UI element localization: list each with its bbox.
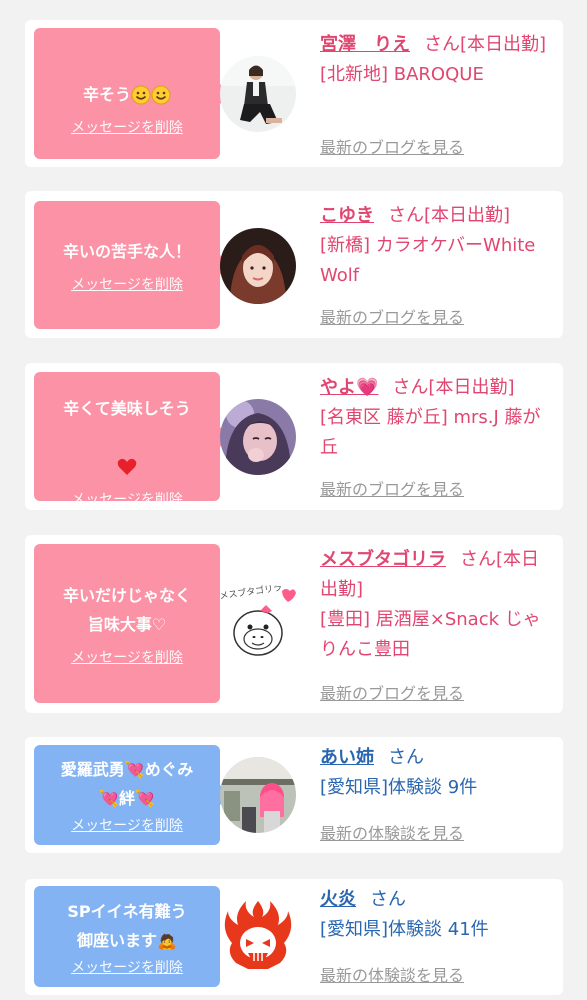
delete-message-link[interactable]: メッセージを削除 — [71, 117, 183, 137]
latest-review-link[interactable]: 最新の体験談を見る — [320, 962, 464, 986]
user-name-link[interactable]: やよ💗 — [320, 377, 378, 398]
message-list: 辛そう メッセージを削除 宮澤 りえ さん[本日出勤] [北新地] BAROQUE… — [0, 0, 587, 1000]
avatar[interactable] — [220, 228, 296, 304]
message-bubble: 辛いだけじゃなく 旨味大事♡ メッセージを削除 — [34, 544, 230, 703]
review-count: [愛知県]体験談 9件 — [320, 777, 478, 798]
shop-info: [豊田] 居酒屋×Snack じゃりんこ豊田 — [320, 609, 541, 660]
latest-blog-link[interactable]: 最新のブログを見る — [320, 680, 464, 704]
message-text: 辛くて美味しそう — [63, 398, 191, 418]
shop-info: [北新地] BAROQUE — [320, 64, 484, 85]
user-status: さん — [388, 747, 424, 768]
review-count: [愛知県]体験談 41件 — [320, 919, 489, 940]
message-text: SPイイネ有難う 御座います🙇 — [67, 901, 187, 950]
message-text: 辛いの苦手な人！ — [62, 241, 191, 261]
avatar[interactable] — [220, 757, 296, 833]
avatar[interactable]: メスブタゴリラ — [220, 585, 296, 661]
shop-info: [新橋] カラオケバーWhite Wolf — [320, 235, 536, 286]
message-text: 辛そう — [82, 84, 131, 104]
smile-emoji-icon — [131, 85, 151, 105]
message-bubble: 辛くて美味しそう メッセージを削除 — [34, 372, 230, 508]
user-name-link[interactable]: あい姉 — [320, 747, 374, 768]
heart-emoji-icon — [117, 458, 137, 475]
list-item: 辛いだけじゃなく 旨味大事♡ メッセージを削除 メスブタゴリラ メスブタゴリラさ… — [25, 535, 563, 713]
user-name-link[interactable]: メスブタゴリラ — [320, 549, 446, 570]
delete-message-link[interactable]: メッセージを削除 — [71, 489, 183, 509]
message-bubble: 辛そう メッセージを削除 — [34, 28, 230, 159]
avatar[interactable] — [220, 399, 296, 475]
woman-selfie-photo — [220, 399, 296, 475]
message-bubble: 辛いの苦手な人！ メッセージを削除 — [34, 201, 230, 329]
user-status: さん[本日出勤] — [392, 377, 515, 398]
user-name-link[interactable]: 宮澤 りえ — [320, 34, 410, 55]
list-item: 辛そう メッセージを削除 宮澤 りえ さん[本日出勤] [北新地] BAROQUE… — [25, 20, 563, 167]
pink-hair-photo — [220, 757, 296, 833]
latest-blog-link[interactable]: 最新のブログを見る — [320, 304, 464, 328]
delete-message-link[interactable]: メッセージを削除 — [71, 815, 183, 835]
avatar[interactable] — [220, 897, 296, 973]
user-status: さん — [370, 889, 406, 910]
woman-sitting-photo — [220, 56, 296, 132]
list-item: SPイイネ有難う 御座います🙇 メッセージを削除 火炎 さん [愛知県]体験談 4… — [25, 879, 563, 995]
latest-blog-link[interactable]: 最新のブログを見る — [320, 134, 464, 158]
woman-portrait-photo — [220, 228, 296, 304]
message-bubble: SPイイネ有難う 御座います🙇 メッセージを削除 — [34, 886, 230, 987]
gorilla-drawing: メスブタゴリラ — [220, 585, 296, 661]
avatar[interactable] — [220, 56, 296, 132]
latest-blog-link[interactable]: 最新のブログを見る — [320, 476, 464, 500]
list-item: 愛羅武勇💘めぐみ 💘絆💘 メッセージを削除 あい姉 さん [愛知県]体験談 9件 … — [25, 737, 563, 853]
shop-info: [名東区 藤が丘] mrs.J 藤が丘 — [320, 407, 541, 458]
list-item: 辛いの苦手な人！ メッセージを削除 こゆき さん[本日出勤] [新橋] カラオケバ… — [25, 191, 563, 338]
delete-message-link[interactable]: メッセージを削除 — [71, 647, 183, 667]
flame-skull-logo — [220, 897, 296, 973]
delete-message-link[interactable]: メッセージを削除 — [71, 957, 183, 977]
latest-review-link[interactable]: 最新の体験談を見る — [320, 820, 464, 844]
message-text: 愛羅武勇💘めぐみ 💘絆💘 — [60, 760, 194, 808]
message-text: 辛いだけじゃなく 旨味大事♡ — [62, 585, 191, 634]
user-status: さん[本日出勤] — [424, 34, 547, 55]
list-item: 辛くて美味しそう メッセージを削除 やよ💗 さん[本日出勤] [名東区 藤が丘] … — [25, 363, 563, 510]
message-bubble: 愛羅武勇💘めぐみ 💘絆💘 メッセージを削除 — [34, 745, 230, 845]
smile-emoji-icon — [151, 85, 171, 105]
user-name-link[interactable]: 火炎 — [320, 889, 356, 910]
user-name-link[interactable]: こゆき — [320, 205, 374, 226]
user-status: さん[本日出勤] — [388, 205, 511, 226]
delete-message-link[interactable]: メッセージを削除 — [71, 274, 183, 294]
